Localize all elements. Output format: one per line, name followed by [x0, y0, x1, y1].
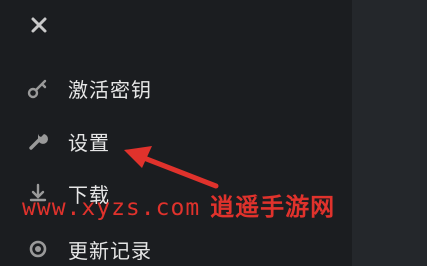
background-strip	[352, 0, 427, 266]
menu-item-activate-key[interactable]: 激活密钥	[24, 71, 324, 105]
menu-item-update-log[interactable]: 更新记录	[24, 232, 324, 266]
menu-item-label: 激活密钥	[68, 77, 152, 102]
close-button[interactable]	[26, 12, 52, 38]
close-icon	[31, 17, 47, 33]
side-menu-panel: 激活密钥 设置 下载 更新记录 www.xyzs.com 逍遥手游网	[0, 0, 352, 266]
menu-item-label: 更新记录	[68, 238, 152, 263]
refresh-icon	[24, 237, 52, 261]
wrench-icon	[24, 129, 52, 153]
watermark-site-name: 逍遥手游网	[210, 193, 336, 221]
watermark: www.xyzs.com 逍遥手游网	[22, 187, 335, 222]
key-icon	[24, 76, 52, 100]
watermark-url: www.xyzs.com	[22, 195, 201, 221]
annotation-arrow	[124, 146, 219, 189]
menu-item-label: 设置	[68, 130, 110, 155]
